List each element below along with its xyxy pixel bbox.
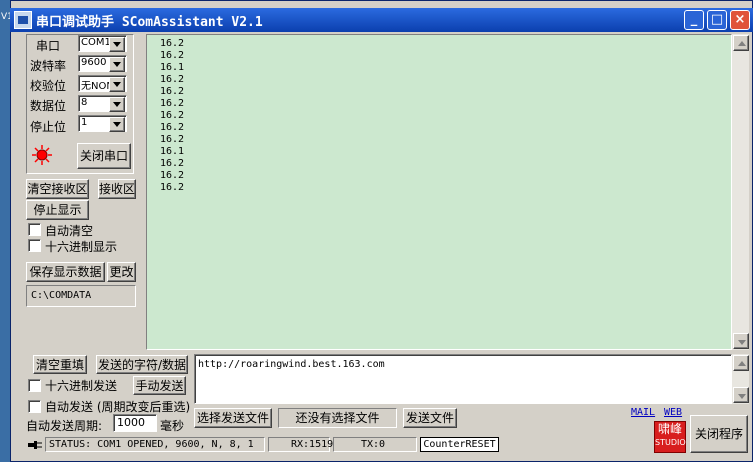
- hex-send-label: 十六进制发送: [45, 379, 118, 393]
- receive-line: 16.2: [160, 182, 185, 193]
- app-icon: [14, 11, 32, 29]
- logo-text-bottom: STUDIO: [655, 438, 686, 447]
- send-scroll-up-button[interactable]: [733, 355, 749, 371]
- close-window-button[interactable]: ×: [730, 10, 750, 30]
- auto-send-label: 自动发送 (周期改变后重选): [45, 400, 191, 414]
- receive-line: 16.2: [160, 98, 185, 109]
- databits-value: 8: [81, 97, 88, 108]
- parity-label: 校验位: [30, 79, 67, 93]
- send-textarea[interactable]: http://roaringwind.best.163.com: [194, 354, 732, 404]
- receive-line: 16.2: [160, 122, 185, 133]
- rx-counter: RX:1519: [268, 437, 333, 452]
- plug-icon: [28, 441, 42, 449]
- baud-value: 9600: [81, 57, 107, 68]
- window-title: 串口调试助手 SComAssistant V2.1: [36, 15, 263, 30]
- maximize-button[interactable]: □: [707, 10, 727, 30]
- port-status-indicator-icon: [32, 145, 52, 165]
- send-chars-button[interactable]: 发送的字符/数据: [96, 355, 188, 374]
- baud-select[interactable]: 9600: [78, 55, 127, 72]
- receive-line: 16.2: [160, 170, 185, 181]
- tx-counter: TX:0: [333, 437, 417, 452]
- save-path-field[interactable]: C:\COMDATA: [26, 285, 136, 307]
- parity-select[interactable]: 无NON: [78, 75, 127, 92]
- databits-select[interactable]: 8: [78, 95, 127, 112]
- change-path-button[interactable]: 更改: [107, 262, 136, 282]
- auto-send-checkbox[interactable]: [28, 400, 41, 413]
- chevron-down-icon[interactable]: [109, 117, 125, 132]
- hex-send-checkbox[interactable]: [28, 379, 41, 392]
- baud-label: 波特率: [30, 59, 67, 73]
- port-label: 串口: [36, 39, 61, 53]
- receive-textarea[interactable]: 16.2 16.2 16.1 16.2 16.2 16.2 16.2 16.2 16.2 16.1…: [146, 34, 732, 350]
- auto-clear-checkbox[interactable]: [28, 223, 41, 236]
- receive-line: 16.2: [160, 38, 185, 49]
- chevron-down-icon[interactable]: [109, 57, 125, 72]
- scroll-down-button[interactable]: [733, 333, 749, 349]
- chevron-down-icon[interactable]: [109, 77, 125, 92]
- manual-send-button[interactable]: 手动发送: [133, 376, 186, 395]
- receive-line: 16.2: [160, 134, 185, 145]
- hex-display-label: 十六进制显示: [45, 240, 118, 254]
- databits-label: 数据位: [30, 99, 67, 113]
- period-input[interactable]: 1000: [113, 414, 157, 432]
- receive-scrollbar[interactable]: [732, 34, 749, 350]
- clear-send-button[interactable]: 清空重填: [33, 355, 87, 374]
- select-file-button[interactable]: 选择发送文件: [194, 408, 272, 428]
- send-text: http://roaringwind.best.163.com: [198, 359, 385, 370]
- period-unit: 毫秒: [160, 419, 185, 433]
- receive-line: 16.2: [160, 50, 185, 61]
- receive-line: 16.2: [160, 74, 185, 85]
- scroll-up-button[interactable]: [733, 35, 749, 51]
- hex-display-checkbox[interactable]: [28, 239, 41, 252]
- close-port-button[interactable]: 关闭串口: [77, 143, 131, 169]
- clear-receive-button[interactable]: 清空接收区: [26, 179, 89, 199]
- stopbits-select[interactable]: 1: [78, 115, 127, 132]
- save-display-button[interactable]: 保存显示数据: [26, 262, 105, 282]
- status-text: STATUS: COM1 OPENED, 9600, N, 8, 1: [45, 437, 265, 452]
- close-program-button[interactable]: 关闭程序: [690, 415, 748, 453]
- counter-reset-button[interactable]: CounterRESET: [420, 437, 499, 452]
- receive-line: 16.1: [160, 146, 185, 157]
- send-scroll-down-button[interactable]: [733, 387, 749, 403]
- receive-lines: 16.2 16.2 16.1 16.2 16.2 16.2 16.2 16.2 16.2 16.1…: [160, 38, 184, 194]
- auto-clear-label: 自动清空: [45, 224, 94, 238]
- receive-line: 16.2: [160, 86, 185, 97]
- port-select[interactable]: COM1: [78, 35, 127, 52]
- stop-display-button[interactable]: 停止显示: [26, 200, 89, 220]
- logo-text-top: 啸峰: [657, 422, 682, 436]
- receive-line: 16.1: [160, 62, 185, 73]
- period-label: 自动发送周期:: [26, 419, 103, 433]
- stopbits-label: 停止位: [30, 120, 67, 134]
- receive-line: 16.2: [160, 158, 185, 169]
- mail-link[interactable]: MAIL: [631, 407, 655, 418]
- studio-logo: 啸峰 STUDIO: [654, 421, 686, 453]
- receive-area-button[interactable]: 接收区: [98, 179, 136, 199]
- chevron-down-icon[interactable]: [109, 37, 125, 52]
- file-status-field: 还没有选择文件: [278, 408, 397, 428]
- receive-line: 16.2: [160, 110, 185, 121]
- send-file-button[interactable]: 发送文件: [403, 408, 457, 428]
- stopbits-value: 1: [81, 117, 88, 128]
- minimize-button[interactable]: _: [684, 10, 704, 30]
- web-link[interactable]: WEB: [664, 407, 682, 418]
- chevron-down-icon[interactable]: [109, 97, 125, 112]
- port-value: COM1: [81, 37, 111, 48]
